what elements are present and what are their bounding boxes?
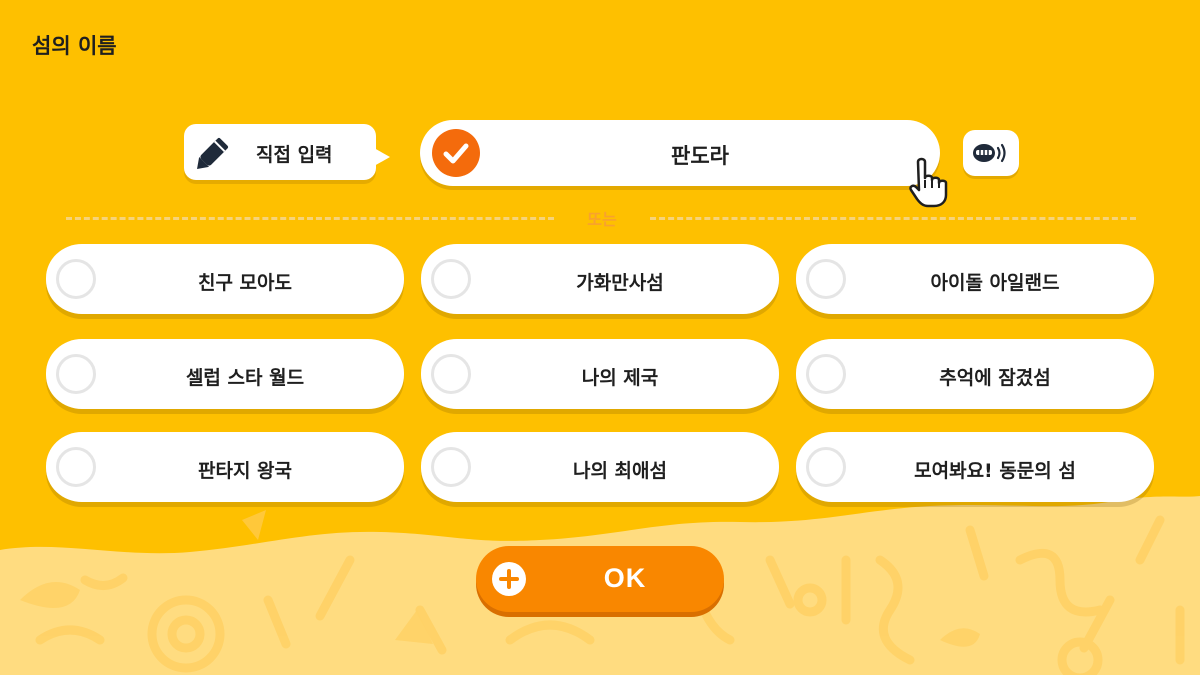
option-button[interactable]: 나의 최애섬 [421, 432, 779, 502]
option-button[interactable]: 모여봐요! 동문의 섬 [796, 432, 1154, 502]
hand-cursor-icon [909, 157, 948, 208]
option-label: 추억에 잠겼섬 [939, 367, 1051, 389]
option-button[interactable]: 셀럽 스타 월드 [46, 339, 404, 409]
divider-label: 또는 [587, 210, 617, 229]
option-button[interactable]: 아이돌 아일랜드 [796, 244, 1154, 314]
island-name-field[interactable]: 판도라 [420, 120, 940, 186]
page-title: 섬의 이름 [32, 34, 117, 58]
option-label: 셀럽 스타 월드 [185, 367, 305, 389]
option-button[interactable]: 나의 제국 [421, 339, 779, 409]
option-label: 친구 모아도 [197, 272, 292, 294]
direct-input-label: 직접 입력 [256, 144, 333, 166]
option-label: 판타지 왕국 [197, 460, 292, 482]
option-label: 아이돌 아일랜드 [930, 272, 1060, 294]
option-label: 나의 제국 [581, 367, 659, 389]
check-icon [432, 129, 480, 177]
divider-line-right [650, 217, 1136, 220]
ok-label: OK [603, 563, 647, 593]
option-button[interactable]: 가화만사섬 [421, 244, 779, 314]
pencil-icon [197, 137, 229, 169]
voice-button[interactable] [963, 130, 1019, 176]
island-name-value: 판도라 [671, 144, 729, 168]
option-label: 모여봐요! 동문의 섬 [914, 460, 1076, 482]
divider-line-left [66, 217, 554, 220]
plus-icon [492, 562, 526, 596]
option-label: 나의 최애섬 [572, 460, 667, 482]
option-button[interactable]: 추억에 잠겼섬 [796, 339, 1154, 409]
direct-input-button[interactable]: 직접 입력 [184, 124, 390, 180]
option-label: 가화만사섬 [576, 272, 664, 294]
ok-button[interactable]: OK [476, 546, 724, 612]
voice-speak-icon [973, 143, 1006, 163]
option-button[interactable]: 친구 모아도 [46, 244, 404, 314]
option-button[interactable]: 판타지 왕국 [46, 432, 404, 502]
